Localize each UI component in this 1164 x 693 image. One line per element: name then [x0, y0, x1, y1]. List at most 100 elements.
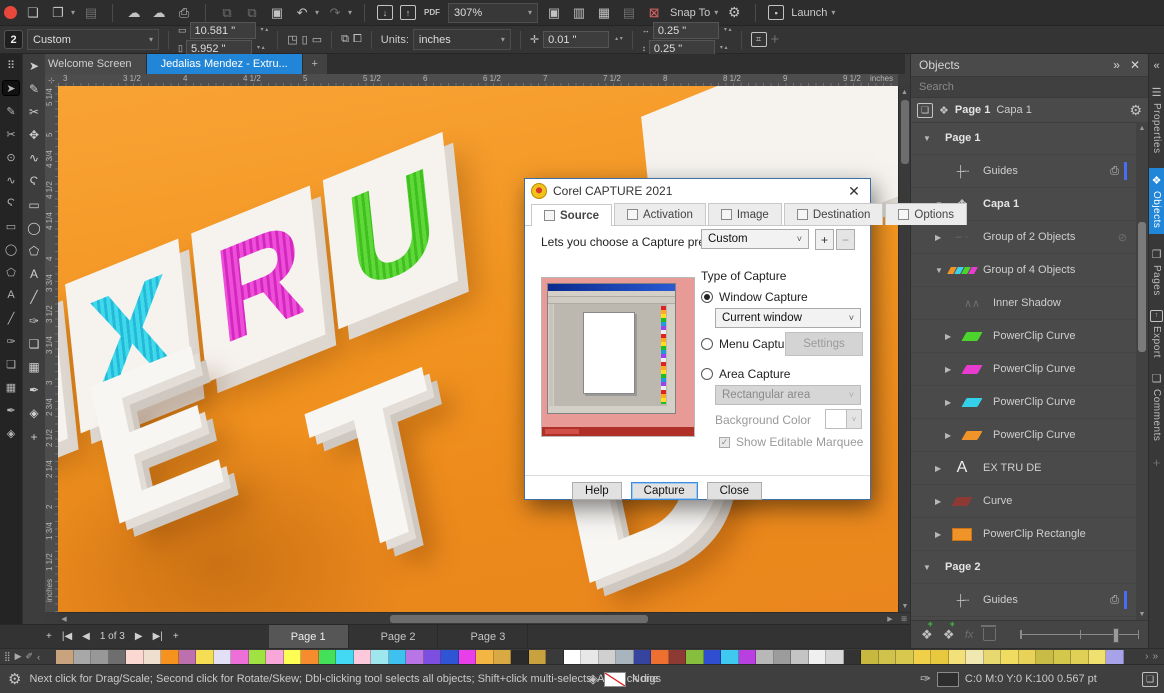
- expand-icon[interactable]: ▶: [935, 497, 949, 506]
- palette-swatch[interactable]: [581, 650, 599, 664]
- fullscreen-icon[interactable]: ▣: [545, 4, 563, 22]
- new-master-layer-icon[interactable]: ❖+: [943, 627, 955, 643]
- nudge-spinner[interactable]: ▴ ▾: [615, 37, 623, 42]
- expand-icon[interactable]: ▶: [945, 398, 959, 407]
- vertical-scroll-thumb[interactable]: [901, 100, 909, 164]
- shadow-tool-icon[interactable]: ❏: [3, 357, 19, 371]
- launch-label[interactable]: Launch: [791, 7, 827, 19]
- launch-icon[interactable]: ▪: [768, 5, 784, 20]
- spiral-tool-icon[interactable]: Ϛ: [3, 196, 19, 210]
- page-tab-1[interactable]: Page 1: [269, 625, 349, 649]
- breadcrumb-page[interactable]: Page 1: [955, 104, 990, 116]
- horizontal-scrollbar[interactable]: ◀ ▶ ⊞: [58, 612, 910, 624]
- new-document-icon[interactable]: ❏: [24, 4, 42, 22]
- thumbnail-size-slider[interactable]: [1020, 628, 1139, 642]
- portrait-icon[interactable]: ▯: [302, 33, 308, 46]
- line-tool-icon[interactable]: ╱: [3, 311, 19, 325]
- undo-caret-icon[interactable]: ▾: [315, 8, 319, 17]
- docker-flyout-icon[interactable]: »: [1113, 58, 1120, 72]
- palette-swatch[interactable]: [791, 650, 809, 664]
- palette-swatch[interactable]: [56, 650, 74, 664]
- tree-row-powerclip-cyan[interactable]: ▶ PowerClip Curve: [911, 386, 1137, 419]
- ellipse-tool-icon[interactable]: ◯: [25, 220, 43, 235]
- text-tool-icon[interactable]: A: [3, 288, 19, 302]
- palette-swatch[interactable]: [126, 650, 144, 664]
- collapse-icon[interactable]: ▼: [923, 134, 937, 143]
- palette-swatch[interactable]: [704, 650, 722, 664]
- docker-close-icon[interactable]: ✕: [1130, 58, 1140, 72]
- dup-x-spinner[interactable]: ▾ ▴: [724, 28, 732, 33]
- new-layer-icon[interactable]: ❖+: [921, 627, 933, 643]
- add-preset-button[interactable]: +: [815, 229, 834, 250]
- open-caret-icon[interactable]: ▾: [71, 8, 75, 17]
- palette-swatch[interactable]: [424, 650, 442, 664]
- palette-swatch[interactable]: [1001, 650, 1019, 664]
- palette-swatch[interactable]: [1036, 650, 1054, 664]
- current-page-icon[interactable]: ⧠: [353, 33, 362, 46]
- horizontal-ruler[interactable]: 33 1/244 1/255 1/266 1/277 1/288 1/299 1…: [58, 74, 898, 86]
- two-point-line-tool-icon[interactable]: ╱: [25, 290, 43, 305]
- palette-swatch[interactable]: [1071, 650, 1089, 664]
- pick-tool-icon[interactable]: ➤: [25, 58, 43, 73]
- paste-icon[interactable]: ▣: [268, 4, 286, 22]
- page-width-field[interactable]: 10.581 ": [190, 22, 256, 39]
- page-tab-3[interactable]: Page 3: [448, 625, 528, 649]
- open-document-icon[interactable]: ❐: [49, 4, 67, 22]
- cloud-open-icon[interactable]: ☁: [125, 4, 143, 22]
- polygon-tool-icon[interactable]: ⬠: [3, 265, 19, 279]
- dialog-tab-options[interactable]: Options: [885, 203, 967, 225]
- pdf-icon[interactable]: PDF: [423, 4, 441, 22]
- palette-swatch[interactable]: [319, 650, 337, 664]
- palette-swatch[interactable]: [371, 650, 389, 664]
- text-tool-icon[interactable]: A: [25, 267, 43, 282]
- eyedropper-tool-icon[interactable]: ✒: [3, 403, 19, 417]
- palette-swatch[interactable]: [844, 650, 862, 664]
- palette-swatch[interactable]: [721, 650, 739, 664]
- tree-row-page1[interactable]: ▼ Page 1: [911, 122, 1137, 155]
- palette-swatch[interactable]: [109, 650, 127, 664]
- objects-scroll-thumb[interactable]: [1138, 222, 1146, 352]
- capture-preset-combo[interactable]: Custom˅: [701, 229, 809, 249]
- dialog-tab-source[interactable]: Source: [531, 204, 612, 226]
- palette-swatch[interactable]: [406, 650, 424, 664]
- show-rulers-icon[interactable]: ▥: [570, 4, 588, 22]
- expand-icon[interactable]: ▶: [945, 332, 959, 341]
- tab-active-document[interactable]: Jedalias Mendez - Extru...: [147, 54, 303, 74]
- palette-swatch[interactable]: [74, 650, 92, 664]
- printable-icon[interactable]: ⎙: [1110, 594, 1119, 607]
- palette-swatch[interactable]: [1054, 650, 1072, 664]
- dock-tab-export[interactable]: ↑ Export: [1150, 310, 1163, 358]
- tree-row-curve[interactable]: ▶ Curve: [911, 485, 1137, 518]
- nudge-field[interactable]: 0.01 ": [543, 31, 609, 48]
- tree-row-powerclip-orange[interactable]: ▶ PowerClip Curve: [911, 419, 1137, 452]
- show-grid-icon[interactable]: ▦: [595, 4, 613, 22]
- page-tab-2[interactable]: Page 2: [359, 625, 439, 649]
- palette-expand-icon[interactable]: »: [1152, 651, 1158, 662]
- new-tab-button[interactable]: +: [303, 54, 327, 74]
- dock-tab-pages[interactable]: ❐ Pages: [1151, 248, 1162, 296]
- customize-grid-icon[interactable]: ⠿: [3, 58, 19, 72]
- tree-row-guides-2[interactable]: ┼┄ Guides ⎙: [911, 584, 1137, 617]
- page-dimensions-icon[interactable]: ◳: [287, 33, 297, 46]
- palette-swatch[interactable]: [144, 650, 162, 664]
- landscape-icon[interactable]: ▭: [312, 33, 322, 46]
- palette-swatch[interactable]: [196, 650, 214, 664]
- palette-eyedropper-icon[interactable]: ✐: [26, 651, 34, 662]
- palette-swatch[interactable]: [599, 650, 617, 664]
- palette-scroll-right-icon[interactable]: ›: [1145, 651, 1148, 662]
- expand-icon[interactable]: ▶: [935, 464, 949, 473]
- outline-pen-icon[interactable]: ✑: [920, 671, 931, 687]
- options-gear-icon[interactable]: ⚙: [725, 4, 743, 22]
- freehand-tool-icon[interactable]: ∿: [25, 151, 43, 166]
- cloud-save-icon[interactable]: ☁: [150, 4, 168, 22]
- palette-swatch[interactable]: [389, 650, 407, 664]
- dialog-title-bar[interactable]: Corel CAPTURE 2021 ✕: [525, 179, 870, 203]
- duplicate-x-field[interactable]: 0.25 ": [653, 22, 719, 39]
- objects-scroll-down-icon[interactable]: ▼: [1136, 608, 1148, 620]
- dock-collapse-icon[interactable]: «: [1153, 60, 1159, 72]
- ellipse-tool-icon[interactable]: ◯: [3, 242, 19, 256]
- palette-swatch[interactable]: [914, 650, 932, 664]
- objects-scrollbar[interactable]: ▲ ▼: [1136, 122, 1148, 620]
- next-page-icon[interactable]: ▶: [135, 631, 143, 642]
- add-tool-icon[interactable]: +: [25, 429, 43, 444]
